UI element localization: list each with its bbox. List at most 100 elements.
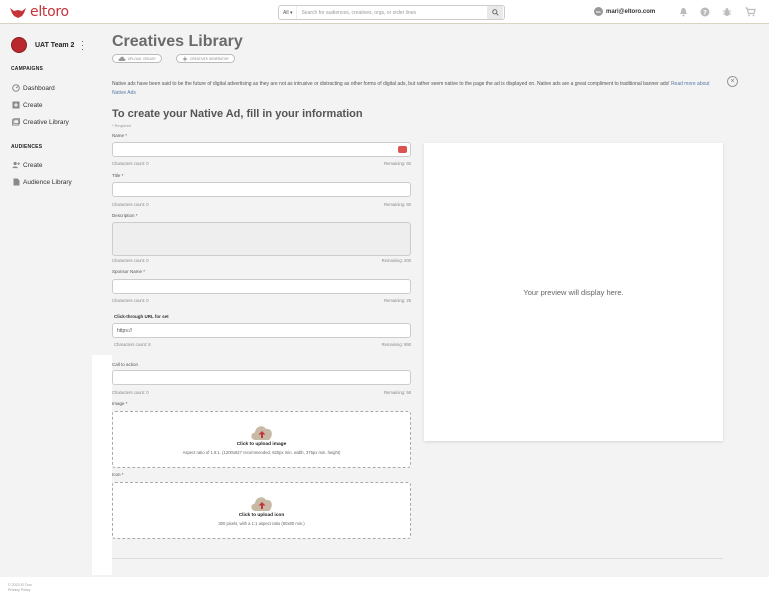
cta-input[interactable]: [112, 370, 411, 385]
icon-upload-zone[interactable]: Click to upload icon 300 pixels, with a …: [112, 482, 411, 539]
cta-counter: Characters count: 0 Remaining: 58: [112, 390, 411, 395]
description-counter: Characters count: 0 Remaining: 200: [112, 258, 411, 263]
cta-remaining: Remaining: 58: [383, 390, 411, 395]
image-upload-zone[interactable]: Click to upload image Aspect ratio of 1.…: [112, 411, 411, 468]
description-count: Characters count: 0: [112, 258, 149, 263]
cloud-upload-icon: [250, 497, 272, 511]
sidebar-item-label: Create: [23, 161, 43, 169]
divider: [112, 558, 723, 559]
name-count: Characters count: 0: [112, 161, 149, 166]
sidebar: UAT Team 2 · · · CAMPAIGNS Dashboard Creat…: [0, 25, 92, 355]
search-scope-select[interactable]: All ▾: [279, 6, 298, 19]
sidebar-item-creative-library[interactable]: Creative Library: [12, 118, 69, 126]
bug-icon[interactable]: [721, 6, 733, 18]
description-textarea[interactable]: [112, 222, 411, 256]
sidebar-gutter: [92, 355, 112, 575]
icon-upload-label: Click to upload icon: [238, 513, 285, 518]
sponsor-remaining: Remaining: 25: [383, 298, 411, 303]
help-icon[interactable]: ?: [699, 6, 711, 18]
sponsor-input[interactable]: [112, 279, 411, 294]
avatar: MA: [594, 7, 603, 16]
name-counter: Characters count: 0 Remaining: 60: [112, 161, 411, 166]
sidebar-item-label: Creative Library: [23, 118, 69, 126]
name-clear-icon[interactable]: [398, 146, 407, 153]
url-label: Click-through URL for set: [114, 314, 169, 319]
privacy-link[interactable]: Privacy Policy: [8, 588, 32, 593]
user-email: mari@eltoro.com: [606, 8, 656, 15]
cart-icon[interactable]: [744, 6, 756, 18]
footer: © 2023 El Toro Privacy Policy: [8, 583, 32, 593]
sidebar-item-create-campaign[interactable]: Create: [12, 101, 43, 109]
file-icon: [12, 178, 20, 186]
cloud-upload-icon: [118, 56, 126, 61]
intro-body: Native ads have been said to be the futu…: [112, 81, 670, 87]
intro-text: Native ads have been said to be the futu…: [112, 80, 722, 98]
sidebar-item-label: Dashboard: [23, 84, 55, 92]
logo-text: eltoro: [30, 4, 69, 20]
ad-preview-panel: Your preview will display here.: [424, 143, 723, 441]
icon-upload-hint: 300 pixels, with a 1:1 aspect ratio (80x…: [218, 521, 305, 526]
url-input[interactable]: https://: [112, 323, 411, 338]
upload-create-label: UPLOAD, CREATE: [128, 56, 156, 61]
sidebar-item-label: Create: [23, 101, 43, 109]
page-title: Creatives Library: [112, 33, 243, 50]
footer-area: [0, 577, 769, 600]
campaigns-section-title: CAMPAIGNS: [11, 66, 43, 72]
sponsor-count: Characters count: 0: [112, 298, 149, 303]
title-count: Characters count: 0: [112, 202, 149, 207]
search-input[interactable]: Search for audiences, creatives, orgs, o…: [297, 10, 487, 16]
form-title: To create your Native Ad, fill in your i…: [112, 108, 363, 120]
description-remaining: Remaining: 200: [381, 258, 411, 263]
name-input[interactable]: [112, 142, 411, 157]
search-icon: [491, 9, 499, 16]
sidebar-item-dashboard[interactable]: Dashboard: [12, 84, 55, 92]
title-counter: Characters count: 0 Remaining: 60: [112, 202, 411, 207]
url-remaining: Remaining: 990: [381, 342, 411, 347]
team-menu-icon[interactable]: · · ·: [81, 37, 84, 54]
search-scope-label: All: [283, 9, 289, 16]
close-icon[interactable]: ×: [727, 76, 738, 87]
user-menu[interactable]: MA mari@eltoro.com: [594, 7, 655, 16]
url-count: Characters count: 8: [114, 342, 151, 347]
description-label: Description *: [112, 213, 138, 218]
dashboard-icon: [12, 84, 20, 92]
bell-icon[interactable]: [677, 6, 689, 18]
svg-text:?: ?: [703, 8, 707, 16]
search-button[interactable]: [487, 6, 503, 19]
cta-count: Characters count: 0: [112, 390, 149, 395]
title-label: Title *: [112, 173, 124, 178]
images-icon: [12, 118, 20, 126]
cloud-upload-icon: [250, 426, 272, 440]
name-remaining: Remaining: 60: [383, 161, 411, 166]
logo[interactable]: eltoro: [8, 3, 69, 21]
image-label: Image *: [112, 401, 128, 406]
required-note: * Required: [112, 123, 131, 128]
audiences-section-title: AUDIENCES: [11, 144, 43, 150]
upload-create-button[interactable]: UPLOAD, CREATE: [112, 54, 162, 63]
creatives-generator-label: CREATIVES GENERATOR: [190, 56, 229, 61]
cta-label: Call to action: [112, 362, 139, 367]
team-badge-icon: [11, 37, 27, 53]
user-plus-icon: [12, 161, 20, 169]
sponsor-counter: Characters count: 0 Remaining: 25: [112, 298, 411, 303]
url-counter: Characters count: 8 Remaining: 990: [114, 342, 411, 347]
title-remaining: Remaining: 60: [383, 202, 411, 207]
sidebar-item-label: Audience Library: [23, 178, 72, 186]
icon-label: Icon *: [112, 472, 124, 477]
sidebar-item-audience-library[interactable]: Audience Library: [12, 178, 72, 186]
team-name: UAT Team 2: [35, 41, 75, 49]
preview-placeholder: Your preview will display here.: [523, 287, 624, 297]
sponsor-label: Sponsor Name *: [112, 269, 146, 274]
name-label: Name *: [112, 133, 128, 138]
image-upload-hint: Aspect ratio of 1.9:1. (1200x627 recomme…: [182, 450, 341, 455]
sidebar-item-create-audience[interactable]: Create: [12, 161, 43, 169]
sparkle-icon: [182, 55, 188, 62]
bull-logo-icon: [10, 8, 26, 18]
plus-square-icon: [12, 101, 20, 109]
creatives-generator-button[interactable]: CREATIVES GENERATOR: [176, 54, 235, 63]
top-bar: eltoro All ▾ Search for audiences, creat…: [0, 0, 769, 24]
title-input[interactable]: [112, 182, 411, 197]
team-switcher[interactable]: UAT Team 2 · · ·: [11, 37, 84, 54]
search-bar[interactable]: All ▾ Search for audiences, creatives, o…: [278, 5, 505, 20]
image-upload-label: Click to upload image: [236, 442, 287, 447]
